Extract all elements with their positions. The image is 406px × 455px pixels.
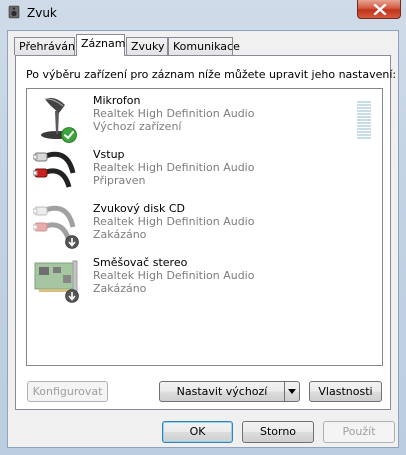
apply-button[interactable]: Použít bbox=[323, 421, 395, 443]
ok-button[interactable]: OK bbox=[162, 421, 233, 443]
device-driver: Realtek High Definition Audio bbox=[93, 161, 255, 174]
list-item-line-in[interactable]: Vstup Realtek High Definition Audio Přip… bbox=[27, 147, 382, 201]
set-default-dropdown[interactable] bbox=[284, 381, 300, 402]
disabled-badge-icon bbox=[65, 289, 79, 306]
close-icon bbox=[373, 4, 387, 15]
cancel-button[interactable]: Storno bbox=[242, 421, 314, 443]
device-status: Zakázáno bbox=[93, 282, 147, 295]
tab-playback[interactable]: Přehrávání bbox=[14, 37, 78, 55]
window-title: Zvuk bbox=[27, 6, 57, 20]
level-meter bbox=[357, 101, 371, 140]
set-default-button[interactable]: Nastavit výchozí bbox=[159, 381, 285, 402]
check-badge-icon bbox=[61, 127, 77, 146]
device-driver: Realtek High Definition Audio bbox=[93, 107, 255, 120]
chevron-down-icon bbox=[288, 389, 296, 394]
list-item-microphone[interactable]: Mikrofon Realtek High Definition Audio V… bbox=[27, 93, 382, 147]
close-button[interactable] bbox=[357, 0, 401, 19]
tab-communications[interactable]: Komunikace bbox=[168, 37, 240, 55]
recording-device-list[interactable]: Mikrofon Realtek High Definition Audio V… bbox=[26, 88, 383, 366]
properties-button[interactable]: Vlastnosti bbox=[309, 381, 382, 402]
device-name: Vstup bbox=[93, 148, 125, 161]
device-name: Směšovač stereo bbox=[93, 256, 188, 269]
rca-cable-icon bbox=[32, 147, 81, 195]
tab-sounds[interactable]: Zvuky bbox=[126, 37, 168, 55]
list-item-stereo-mix[interactable]: Směšovač stereo Realtek High Definition … bbox=[27, 255, 382, 309]
list-item-cd-audio[interactable]: Zvukový disk CD Realtek High Definition … bbox=[27, 201, 382, 255]
device-status: Připraven bbox=[93, 174, 146, 187]
configure-button[interactable]: Konfigurovat bbox=[27, 381, 108, 402]
title-bar: Zvuk bbox=[0, 0, 406, 26]
instruction-text: Po výběru zařízení pro záznam níže můžet… bbox=[26, 68, 397, 81]
speaker-icon bbox=[6, 4, 22, 20]
device-name: Mikrofon bbox=[93, 94, 141, 107]
device-status: Výchozí zařízení bbox=[93, 120, 182, 133]
device-driver: Realtek High Definition Audio bbox=[93, 215, 255, 228]
device-name: Zvukový disk CD bbox=[93, 202, 186, 215]
device-status: Zakázáno bbox=[93, 228, 147, 241]
tab-recording[interactable]: Záznam bbox=[76, 34, 125, 56]
disabled-badge-icon bbox=[65, 235, 79, 252]
device-driver: Realtek High Definition Audio bbox=[93, 269, 255, 282]
